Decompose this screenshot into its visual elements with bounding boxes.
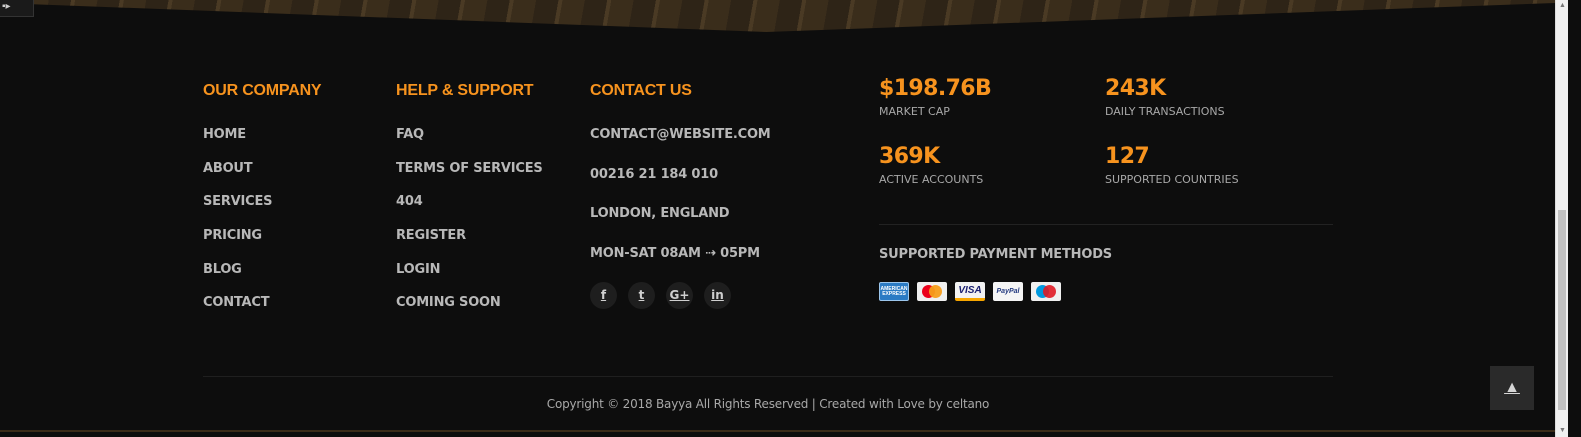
stat-daily-transactions: 243K DAILY TRANSACTIONS bbox=[1105, 74, 1225, 120]
contact-email[interactable]: CONTACT@WEBSITE.COM bbox=[590, 127, 771, 142]
payment-methods: AMERICAN EXPRESS VISA PayPal bbox=[879, 282, 1061, 301]
linkedin-icon[interactable]: in bbox=[704, 281, 731, 309]
link-404[interactable]: 404 bbox=[396, 194, 423, 209]
scroll-thumb[interactable] bbox=[1558, 210, 1566, 410]
stat-value: 369K bbox=[879, 144, 940, 169]
footer-col-support: HELP & SUPPORT FAQ TERMS OF SERVICES 404… bbox=[396, 80, 543, 326]
support-links: FAQ TERMS OF SERVICES 404 REGISTER LOGIN… bbox=[396, 124, 543, 326]
corner-widget[interactable]: ▪▸ bbox=[0, 0, 34, 17]
footer-col-company: OUR COMPANY HOME ABOUT SERVICES PRICING … bbox=[203, 80, 322, 326]
mastercard-icon bbox=[917, 282, 947, 301]
link-blog[interactable]: BLOG bbox=[203, 262, 242, 277]
stats-divider bbox=[879, 224, 1333, 225]
scroll-down-arrow-icon[interactable]: ▼ bbox=[1558, 426, 1567, 435]
stat-label: SUPPORTED COUNTRIES bbox=[1105, 173, 1239, 186]
link-register[interactable]: REGISTER bbox=[396, 228, 466, 243]
contact-title: CONTACT US bbox=[590, 82, 692, 99]
back-to-top-button[interactable]: ▲ bbox=[1490, 366, 1534, 410]
scroll-up-arrow-icon[interactable]: ▲ bbox=[1558, 1, 1567, 10]
link-pricing[interactable]: PRICING bbox=[203, 228, 262, 243]
corner-widget-icon: ▪▸ bbox=[2, 1, 11, 12]
social-links: f t G+ in bbox=[590, 281, 771, 309]
link-coming-soon[interactable]: COMING SOON bbox=[396, 295, 501, 310]
paypal-icon: PayPal bbox=[993, 282, 1023, 301]
visa-icon: VISA bbox=[955, 282, 985, 301]
stat-value: 127 bbox=[1105, 144, 1150, 169]
arrow-up-icon: ▲ bbox=[1504, 379, 1520, 396]
company-links: HOME ABOUT SERVICES PRICING BLOG CONTACT bbox=[203, 124, 321, 326]
google-plus-icon[interactable]: G+ bbox=[666, 281, 693, 309]
link-home[interactable]: HOME bbox=[203, 127, 246, 142]
copyright-text: Copyright © 2018 Bayya All Rights Reserv… bbox=[546, 397, 990, 411]
link-about[interactable]: ABOUT bbox=[203, 161, 253, 176]
american-express-icon: AMERICAN EXPRESS bbox=[879, 282, 909, 301]
link-terms[interactable]: TERMS OF SERVICES bbox=[396, 161, 543, 176]
bottom-border bbox=[0, 430, 1555, 432]
stat-active-accounts: 369K ACTIVE ACCOUNTS bbox=[879, 142, 983, 188]
link-login[interactable]: LOGIN bbox=[396, 262, 440, 277]
window-edge bbox=[1568, 0, 1581, 437]
page-scrollbar[interactable]: ▲ ▼ bbox=[1555, 0, 1568, 437]
stat-label: DAILY TRANSACTIONS bbox=[1105, 105, 1225, 118]
contact-phone: 00216 21 184 010 bbox=[590, 166, 718, 182]
stat-supported-countries: 127 SUPPORTED COUNTRIES bbox=[1105, 142, 1239, 188]
footer-divider bbox=[203, 376, 1333, 377]
twitter-icon[interactable]: t bbox=[628, 281, 655, 309]
stat-label: MARKET CAP bbox=[879, 105, 950, 118]
company-title: OUR COMPANY bbox=[203, 82, 322, 99]
payment-methods-title: SUPPORTED PAYMENT METHODS bbox=[879, 247, 1112, 262]
stat-market-cap: $198.76B MARKET CAP bbox=[879, 74, 992, 120]
contact-hours: MON-SAT 08AM ⇢ 05PM bbox=[590, 246, 760, 262]
footer-col-contact: CONTACT US CONTACT@WEBSITE.COM 00216 21 … bbox=[590, 80, 771, 309]
link-faq[interactable]: FAQ bbox=[396, 127, 424, 142]
stat-value: 243K bbox=[1105, 76, 1166, 101]
support-title: HELP & SUPPORT bbox=[396, 82, 534, 99]
link-services[interactable]: SERVICES bbox=[203, 194, 273, 209]
facebook-icon[interactable]: f bbox=[590, 281, 617, 309]
stat-label: ACTIVE ACCOUNTS bbox=[879, 173, 984, 186]
link-contact[interactable]: CONTACT bbox=[203, 295, 270, 310]
contact-details: CONTACT@WEBSITE.COM 00216 21 184 010 LON… bbox=[590, 123, 771, 282]
contact-location: LONDON, ENGLAND bbox=[590, 206, 730, 222]
stat-value: $198.76B bbox=[879, 76, 992, 101]
maestro-icon bbox=[1031, 282, 1061, 301]
